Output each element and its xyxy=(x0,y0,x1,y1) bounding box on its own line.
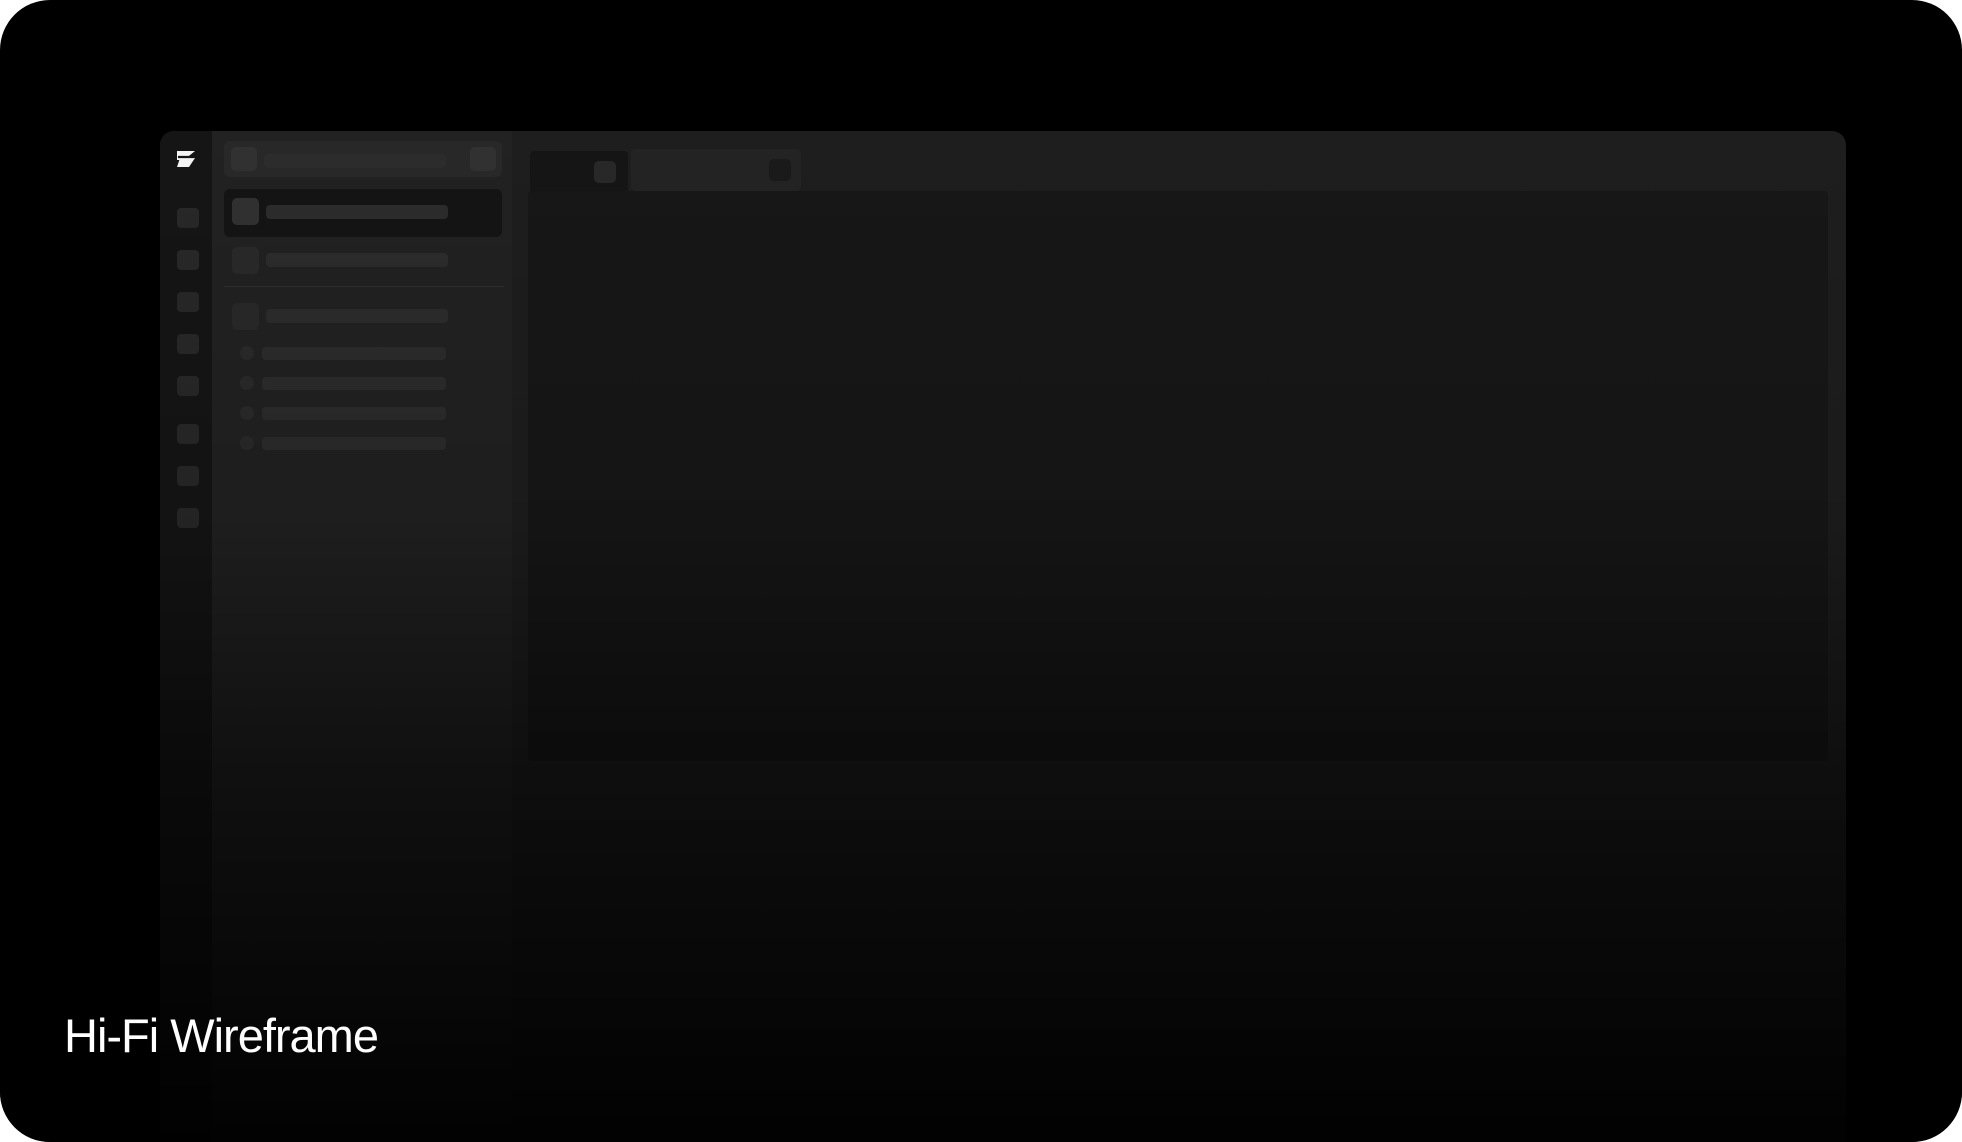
sidebar-item-icon xyxy=(232,247,259,274)
sidebar-item-label xyxy=(266,253,448,267)
bullet-icon xyxy=(240,436,254,450)
list-item-label xyxy=(262,347,446,360)
filter-icon[interactable] xyxy=(470,147,496,171)
bullet-icon xyxy=(240,406,254,420)
list-item-label xyxy=(262,437,446,450)
rail-item-1-icon[interactable] xyxy=(177,208,199,228)
icon-rail xyxy=(160,131,212,1142)
tab-home[interactable] xyxy=(530,151,628,191)
sidebar-item-icon xyxy=(232,198,259,225)
main-canvas xyxy=(528,191,1828,761)
presentation-card: Hi-Fi Wireframe xyxy=(0,0,1962,1142)
close-icon[interactable] xyxy=(769,159,791,181)
rail-item-7-icon[interactable] xyxy=(177,466,199,486)
rail-item-4-icon[interactable] xyxy=(177,334,199,354)
folder-icon xyxy=(232,303,259,330)
bullet-icon xyxy=(240,346,254,360)
app-window xyxy=(160,131,1846,1142)
search-icon xyxy=(231,147,257,171)
search-placeholder xyxy=(264,154,446,168)
rail-item-8-icon[interactable] xyxy=(177,508,199,528)
rail-item-3-icon[interactable] xyxy=(177,292,199,312)
tab-active[interactable] xyxy=(631,149,801,191)
sidebar-panel xyxy=(212,131,512,1142)
sidebar-item-active[interactable] xyxy=(224,189,502,237)
search-bar[interactable] xyxy=(224,141,502,177)
list-item-label xyxy=(262,377,446,390)
caption-title: Hi-Fi Wireframe xyxy=(64,1009,379,1062)
bullet-icon xyxy=(240,376,254,390)
z-logo-icon[interactable] xyxy=(174,147,198,171)
sidebar-group-label xyxy=(266,309,448,323)
divider xyxy=(224,286,504,287)
rail-item-6-icon[interactable] xyxy=(177,424,199,444)
rail-item-5-icon[interactable] xyxy=(177,376,199,396)
list-item-label xyxy=(262,407,446,420)
rail-item-2-icon[interactable] xyxy=(177,250,199,270)
sidebar-item-label xyxy=(266,205,448,219)
home-icon xyxy=(594,161,616,183)
